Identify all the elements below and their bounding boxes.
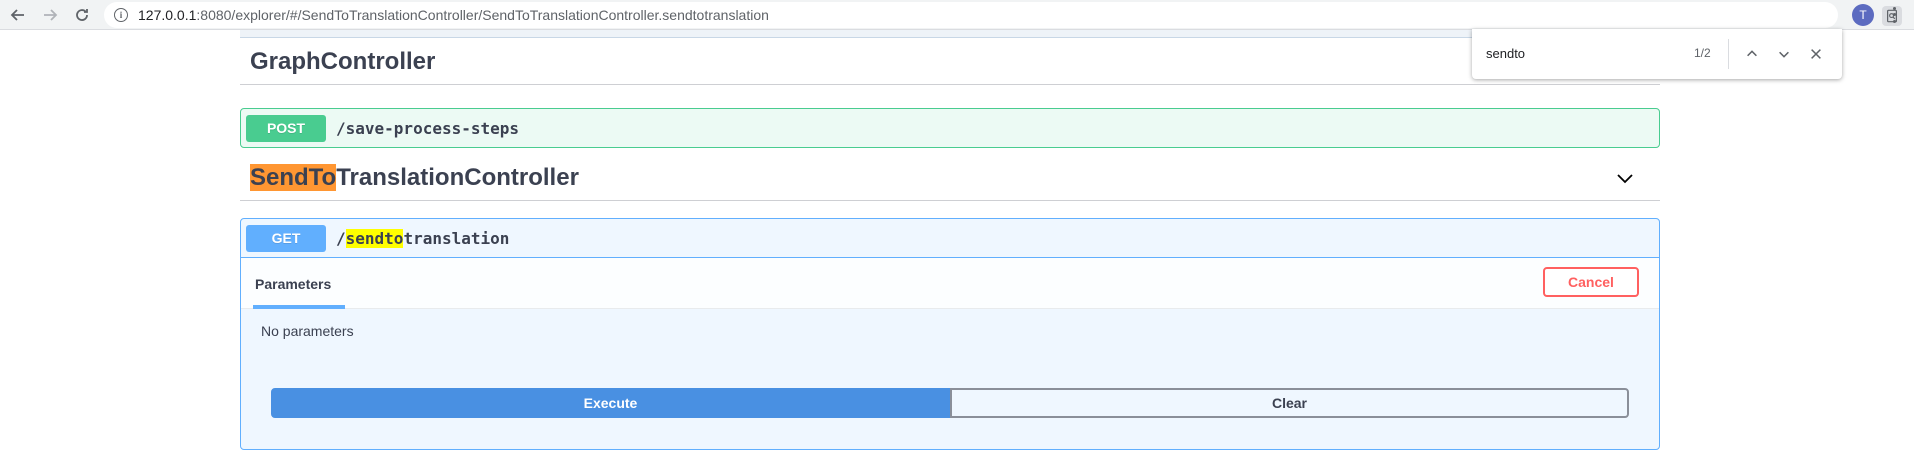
path-prefix: / <box>336 228 346 248</box>
url-text[interactable]: 127.0.0.1:8080/explorer/#/SendToTranslat… <box>138 7 769 23</box>
operation-get-sendtotranslation: GET /sendtotranslation Parameters Cancel… <box>240 218 1660 450</box>
operation-summary[interactable]: POST /save-process-steps <box>241 109 1659 147</box>
path-rest: translation <box>403 228 510 248</box>
info-icon[interactable]: i <box>114 8 128 22</box>
section-title: GraphController <box>250 47 436 75</box>
chevron-down-icon[interactable] <box>1774 44 1794 64</box>
operation-post-save-process-steps[interactable]: POST /save-process-steps <box>240 108 1660 148</box>
execute-wrapper: Execute Clear <box>271 388 1629 418</box>
find-divider <box>1728 39 1729 69</box>
tab-parameters[interactable]: Parameters <box>255 276 331 292</box>
browser-toolbar: i 127.0.0.1:8080/explorer/#/SendToTransl… <box>0 0 1914 30</box>
cancel-button[interactable]: Cancel <box>1543 267 1639 297</box>
parameters-header: Parameters Cancel <box>241 257 1659 309</box>
no-parameters-text: No parameters <box>261 323 354 339</box>
find-match-count: 1/2 <box>1694 46 1711 60</box>
section-sendtotranslationcontroller[interactable]: SendToTranslationController <box>240 155 1660 201</box>
section-title-rest: TranslationController <box>336 163 579 191</box>
execute-button[interactable]: Execute <box>271 388 950 418</box>
forward-arrow-icon[interactable] <box>38 3 62 27</box>
chevron-up-icon[interactable] <box>1742 44 1762 64</box>
menu-dots-icon[interactable] <box>1886 5 1902 25</box>
find-input[interactable]: sendto <box>1486 46 1525 61</box>
find-match-active: SendTo <box>250 163 337 191</box>
find-bar: sendto 1/2 <box>1472 29 1842 79</box>
chevron-down-icon[interactable] <box>1612 165 1638 191</box>
operation-path: /sendtotranslation <box>336 228 510 248</box>
section-title: SendToTranslationController <box>250 163 579 192</box>
tab-active-indicator <box>253 305 345 309</box>
reload-icon[interactable] <box>70 3 94 27</box>
top-divider <box>240 30 1660 38</box>
url-path: :8080/explorer/#/SendToTranslationContro… <box>196 7 769 23</box>
section-graphcontroller[interactable]: GraphController <box>240 39 1660 85</box>
find-match: sendto <box>345 228 404 248</box>
url-host: 127.0.0.1 <box>138 7 197 23</box>
clear-button[interactable]: Clear <box>950 388 1629 418</box>
avatar[interactable]: T <box>1852 4 1874 26</box>
method-badge-get: GET <box>246 224 326 252</box>
back-arrow-icon[interactable] <box>6 3 30 27</box>
close-icon[interactable] <box>1806 44 1826 64</box>
operation-summary[interactable]: GET /sendtotranslation <box>241 219 1659 257</box>
method-badge-post: POST <box>246 114 326 142</box>
operation-path: /save-process-steps <box>336 118 520 138</box>
address-bar[interactable]: i 127.0.0.1:8080/explorer/#/SendToTransl… <box>104 2 1902 28</box>
